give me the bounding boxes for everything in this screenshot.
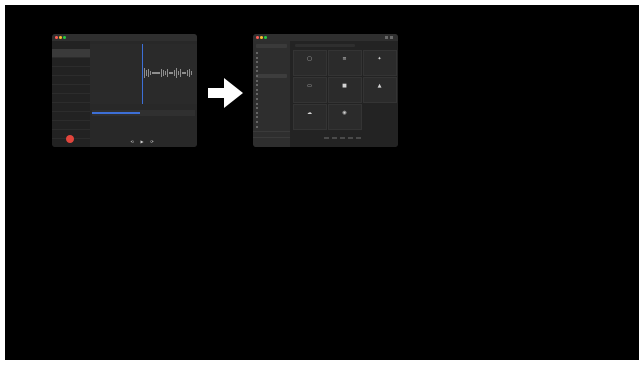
recording-list-item[interactable] [52,49,90,58]
sidebar-item[interactable] [256,65,287,69]
sidebar-item-icon [256,93,258,96]
skip-forward-button[interactable]: ⟳ [150,140,154,144]
sidebar-item-icon [256,61,258,64]
sidebar-item[interactable] [256,56,287,60]
skip-back-button[interactable]: ⟲ [130,140,134,144]
sidebar-item[interactable] [256,111,287,115]
settings-card[interactable]: ▢ [293,50,327,76]
sidebar-item-icon [256,111,258,114]
sidebar-item-icon [256,65,258,68]
skip-back-icon: ⟲ [130,139,134,144]
toolbar-icon[interactable] [385,36,388,39]
zoom-window-button[interactable] [63,36,66,39]
toolbar-icon[interactable] [390,36,393,39]
recording-list-item[interactable] [52,121,90,130]
sidebar-item[interactable] [256,83,287,87]
sidebar-item[interactable] [256,51,287,55]
sidebar-item[interactable] [256,102,287,106]
settings-card[interactable]: ≡ [328,50,362,76]
pager-dot[interactable] [356,137,361,139]
pager-dot[interactable] [348,137,353,139]
play-icon: ▶ [140,139,144,144]
waveform-panel[interactable] [90,44,197,104]
recording-detail: ⟲ ▶ ⟳ [90,41,197,147]
sidebar-item[interactable] [256,74,287,78]
sidebar-item[interactable] [256,125,287,129]
settings-content: ▢ ≡ ✦ ▭ ■ ▲ ☁ ◉ [290,41,398,147]
sidebar-item-icon [256,116,258,119]
settings-card[interactable]: ▭ [293,77,327,103]
sidebar-item[interactable] [256,60,287,64]
shield-icon: ◉ [342,110,347,116]
close-window-button[interactable] [55,36,58,39]
sidebar-item-icon [256,102,258,105]
sidebar-item[interactable] [256,115,287,119]
sliders-icon: ≡ [342,56,347,62]
recording-list-item[interactable] [52,103,90,112]
recording-list-item[interactable] [52,67,90,76]
sidebar-item[interactable] [256,92,287,96]
window-icon: ▭ [307,83,312,89]
sidebar-item-icon [256,70,258,73]
pager-dot[interactable] [324,137,329,139]
pager-dot[interactable] [340,137,345,139]
sidebar-item-icon [256,107,258,110]
settings-card[interactable]: ▲ [363,77,397,103]
sidebar-item[interactable] [256,120,287,124]
minimize-window-button[interactable] [59,36,62,39]
recording-list-item[interactable] [52,76,90,85]
search-field[interactable] [256,44,287,48]
breadcrumb [295,44,355,47]
cloud-icon: ☁ [307,110,312,116]
settings-card[interactable]: ✦ [363,50,397,76]
recordings-sidebar [52,41,90,147]
sidebar-footer-row[interactable] [253,137,290,143]
gear-icon: ✦ [377,56,382,62]
record-button[interactable] [66,135,74,143]
overview-scrubber[interactable] [92,110,195,116]
settings-card[interactable]: ◉ [328,104,362,130]
network-icon: ▲ [377,83,382,89]
recording-list-item[interactable] [52,58,90,67]
playhead[interactable] [142,44,143,104]
recording-list-item[interactable] [52,94,90,103]
pager-dot[interactable] [332,137,337,139]
scrubber-progress [92,112,141,114]
sidebar-item-icon [256,56,258,59]
settings-card[interactable]: ■ [328,77,362,103]
skip-forward-icon: ⟳ [150,139,154,144]
title-bar [253,34,398,41]
sidebar-item-icon [256,52,258,54]
sidebar-item-icon [256,98,258,100]
sidebar-item[interactable] [256,97,287,101]
sidebar-item[interactable] [256,69,287,73]
close-window-button[interactable] [256,36,259,39]
sidebar-item-icon [256,84,258,87]
screenshot-canvas: ⟲ ▶ ⟳ ▢ ≡ ✦ ▭ ■ ▲ ☁ ◉ [5,5,639,360]
recording-list-item[interactable] [52,85,90,94]
display-icon: ■ [342,83,347,89]
title-bar [52,34,197,41]
sidebar-item[interactable] [256,79,287,83]
settings-card[interactable]: ☁ [293,104,327,130]
pager [324,136,361,140]
settings-sidebar [253,41,290,147]
recording-list-item[interactable] [52,112,90,121]
sidebar-item-icon [256,79,258,82]
sidebar-item-icon [256,75,258,77]
box-icon: ▢ [307,56,312,62]
zoom-window-button[interactable] [264,36,267,39]
sidebar-item[interactable] [256,88,287,92]
sidebar-item-icon [256,88,258,91]
arrow-right-icon [208,78,243,108]
sidebar-item-icon [256,121,258,123]
settings-window: ▢ ≡ ✦ ▭ ■ ▲ ☁ ◉ [253,34,398,147]
sidebar-item-icon [256,125,258,128]
voice-recorder-window: ⟲ ▶ ⟳ [52,34,197,147]
sidebar-item[interactable] [256,106,287,110]
minimize-window-button[interactable] [260,36,263,39]
play-button[interactable]: ▶ [140,140,144,144]
waveform-graphic [144,68,192,78]
